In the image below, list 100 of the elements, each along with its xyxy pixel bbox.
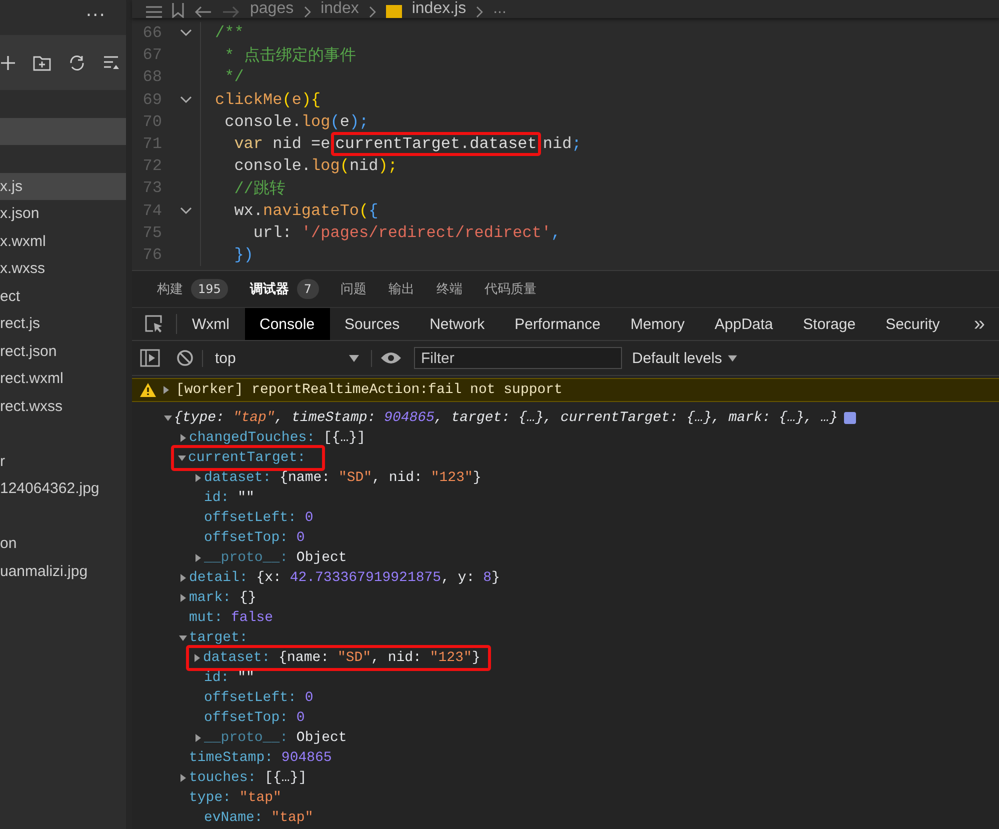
code-token: ,	[551, 224, 561, 242]
code-token: (	[282, 90, 292, 109]
refresh-icon[interactable]	[68, 54, 86, 72]
fold-chevron-icon[interactable]	[180, 206, 192, 215]
file-item[interactable]: r	[0, 448, 126, 475]
code-token: {	[311, 90, 321, 109]
property-value: "tap"	[239, 790, 282, 806]
property-key: target:	[189, 630, 248, 646]
warning-icon	[140, 383, 156, 397]
property-key: changedTouches:	[189, 430, 316, 446]
property-value: , nid:	[371, 650, 422, 666]
property-value: {}	[239, 590, 256, 606]
property-value: "SD"	[338, 470, 372, 486]
panel-tab[interactable]: 代码质量	[484, 280, 537, 298]
code-token: log	[301, 112, 330, 131]
property-key: touches:	[189, 770, 256, 786]
count-badge: 7	[296, 279, 319, 299]
breadcrumb-item[interactable]: index.js	[412, 0, 466, 18]
breadcrumb-item[interactable]: pages	[250, 0, 294, 18]
expand-arrow-icon[interactable]	[176, 454, 188, 462]
property-key: dataset:	[203, 650, 270, 666]
panel-tab[interactable]: 输出	[388, 280, 415, 298]
bookmark-icon[interactable]	[172, 3, 184, 18]
context-select[interactable]: top	[202, 350, 372, 366]
file-item[interactable]: x.wxss	[0, 255, 126, 282]
code-token: e	[340, 112, 350, 131]
file-item[interactable]: rect.wxml	[0, 365, 126, 392]
back-arrow-icon[interactable]	[194, 6, 212, 18]
more-menu[interactable]: ...	[86, 2, 106, 20]
expand-arrow-icon[interactable]	[162, 414, 174, 422]
code-token: (	[340, 157, 350, 176]
property-key: mark:	[189, 590, 232, 606]
code-token: })	[233, 246, 254, 264]
property-key: offsetTop:	[204, 710, 288, 726]
devtools-tab[interactable]: Security	[870, 308, 955, 340]
property-key: timeStamp:	[189, 750, 274, 766]
devtools-tab[interactable]: Sources	[330, 308, 415, 340]
panel-tab[interactable]: 构建 195	[157, 279, 228, 299]
list-icon[interactable]	[146, 6, 162, 18]
breadcrumb-item[interactable]: index	[320, 0, 359, 18]
file-item[interactable]: x.js	[0, 172, 126, 200]
code-token: wx.	[233, 202, 264, 220]
property-value: [{…}]	[323, 430, 366, 446]
property-key: id:	[204, 670, 230, 686]
property-value: {name:	[280, 470, 332, 486]
property-value: Object	[296, 730, 347, 746]
property-value: [{…}]	[264, 770, 307, 786]
fold-chevron-icon[interactable]	[180, 96, 192, 104]
code-token: console.	[224, 112, 302, 131]
panel-tab[interactable]: 问题	[340, 280, 367, 298]
file-item[interactable]: ect	[0, 282, 126, 310]
add-icon[interactable]	[0, 54, 16, 70]
devtools-tab[interactable]: Memory	[615, 308, 700, 340]
expand-arrow-icon[interactable]	[177, 634, 189, 642]
file-item[interactable]: x.wxml	[0, 228, 126, 255]
more-tabs-button[interactable]: »	[960, 308, 999, 340]
file-item[interactable]: 124064362.jpg	[0, 475, 126, 502]
devtools-tab[interactable]: Performance	[500, 308, 616, 340]
caret-icon	[728, 354, 738, 362]
panel-tab[interactable]: 调试器 7	[250, 279, 319, 299]
code-token: ;	[572, 135, 582, 154]
breadcrumb-item[interactable]: ...	[493, 0, 506, 18]
file-item[interactable]: uanmalizi.jpg	[0, 558, 126, 585]
property-value: 0	[304, 510, 314, 526]
file-item[interactable]: rect.wxss	[0, 392, 126, 420]
devtools-tab[interactable]: Console	[244, 308, 330, 340]
panel-tab[interactable]: 终端	[436, 280, 463, 298]
property-key: __proto__:	[204, 730, 288, 746]
file-item[interactable]: on	[0, 530, 126, 558]
collapse-icon[interactable]	[103, 54, 119, 70]
property-value: , nid:	[372, 470, 424, 486]
file-item[interactable]: rect.json	[0, 338, 126, 365]
log-levels-dropdown[interactable]: Default levels	[622, 350, 748, 366]
property-key: type:	[189, 790, 232, 806]
inspect-icon[interactable]	[144, 314, 164, 334]
property-key: detail:	[189, 570, 248, 586]
count-badge: 195	[191, 279, 228, 299]
property-value: }	[491, 570, 500, 586]
devtools-tab[interactable]: AppData	[700, 308, 788, 340]
devtools-tab[interactable]: Wxml	[177, 308, 244, 340]
property-value: ""	[238, 670, 254, 686]
chevron-icon	[368, 6, 376, 18]
property-value: "123"	[430, 650, 472, 666]
property-value: , y:	[441, 570, 476, 586]
property-value: "SD"	[337, 650, 372, 666]
code-token: (	[330, 112, 340, 131]
caret-icon	[349, 354, 359, 362]
property-value: false	[231, 610, 274, 626]
devtools-tab[interactable]: Network	[414, 308, 500, 340]
eye-icon[interactable]	[380, 351, 402, 365]
code-token: navigateTo	[263, 202, 360, 220]
sidebar-toggle-icon[interactable]	[140, 349, 160, 367]
folder-plus-icon[interactable]	[33, 54, 51, 70]
clear-icon[interactable]	[176, 349, 194, 367]
devtools-tab[interactable]: Storage	[788, 308, 871, 340]
property-value: "tap"	[271, 810, 314, 826]
file-item[interactable]: rect.js	[0, 310, 126, 338]
fold-chevron-icon[interactable]	[180, 29, 192, 38]
filter-field[interactable]: Filter	[414, 347, 622, 369]
file-item[interactable]: x.json	[0, 200, 126, 228]
